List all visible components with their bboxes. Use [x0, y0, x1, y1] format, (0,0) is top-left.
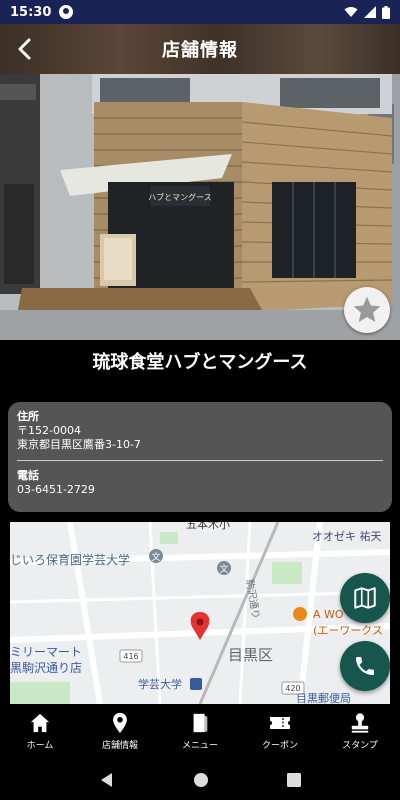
map-view[interactable]: 五本木小 オオゼキ 祐天 じいろ保育園学芸大学 文 文 駒沢通り ミリーマート …	[10, 522, 390, 704]
store-photo: ハブとマングース	[0, 74, 400, 340]
star-icon	[353, 296, 381, 322]
signal-icon	[364, 6, 376, 18]
map-label-awork2: (エーワークス	[313, 624, 383, 637]
system-back-icon[interactable]	[99, 772, 115, 788]
shop-info-card: 住所 〒152-0004 東京都目黒区鷹番3-10-7 電話 03-6451-2…	[8, 402, 392, 512]
shop-name: 琉球食堂ハブとマングース	[92, 352, 308, 373]
wifi-icon	[344, 7, 358, 17]
nav-label-home: ホーム	[26, 741, 54, 751]
map-label-family2: 黒駒沢通り店	[10, 661, 82, 675]
nav-label-shop-info: 店舗情報	[101, 741, 138, 751]
nav-item-home[interactable]: ホーム	[0, 704, 80, 760]
map-label-post: 目黒郵便局	[296, 692, 351, 704]
map-label-route: 416	[123, 652, 138, 661]
home-icon	[30, 713, 50, 733]
postal-code: 〒152-0004	[17, 424, 81, 437]
address-text[interactable]: 東京都目黒区鷹番3-10-7	[17, 438, 383, 452]
map-label-awork: A WO	[313, 608, 344, 621]
nav-label-coupon: クーポン	[261, 741, 298, 751]
battery-icon	[382, 5, 390, 19]
nav-label-menu: メニュー	[181, 741, 218, 751]
map-label-top: 五本木小	[186, 522, 230, 531]
phone-icon	[356, 657, 374, 675]
nav-label-stamp: スタンプ	[342, 741, 378, 751]
shop-sign-text: ハブとマングース	[148, 192, 212, 202]
bottom-nav: ホーム 店舗情報 メニュー クーポン スタンプ	[0, 704, 400, 760]
app-notification-icon	[59, 5, 74, 19]
location-pin-icon	[113, 712, 127, 734]
nav-item-stamp[interactable]: スタンプ	[320, 704, 400, 760]
ticket-icon	[270, 717, 290, 729]
status-bar: 15:30	[0, 0, 400, 24]
page-title: 店舗情報	[162, 40, 238, 61]
map-label-bun2: 文	[219, 563, 228, 575]
stamp-icon	[351, 713, 369, 733]
favorite-button[interactable]	[344, 287, 390, 333]
call-button[interactable]	[340, 641, 390, 691]
app-header: 店舗情報	[0, 24, 400, 74]
phone-label: 電話	[17, 469, 39, 482]
nav-item-shop-info[interactable]: 店舗情報	[80, 704, 160, 760]
info-divider	[17, 460, 383, 461]
map-label-ward: 目黒区	[228, 646, 273, 664]
map-label-school: じいろ保育園学芸大学	[10, 552, 130, 567]
open-map-button[interactable]	[340, 573, 390, 623]
status-time: 15:30	[10, 4, 52, 20]
map-label-ozeki: オオゼキ 祐天	[312, 530, 382, 543]
back-arrow-icon[interactable]	[12, 36, 38, 62]
system-home-icon[interactable]	[193, 772, 209, 788]
nav-item-coupon[interactable]: クーポン	[240, 704, 320, 760]
map-label-family: ミリーマート	[10, 645, 82, 659]
address-label: 住所	[17, 410, 39, 423]
system-recents-icon[interactable]	[287, 773, 301, 787]
map-icon	[354, 587, 376, 609]
map-label-station: 学芸大学	[138, 677, 182, 691]
nav-item-menu[interactable]: メニュー	[160, 704, 240, 760]
phone-number[interactable]: 03-6451-2729	[17, 483, 383, 497]
map-label-bun1: 文	[151, 551, 160, 563]
system-nav-bar	[0, 760, 400, 800]
menu-book-icon	[193, 713, 208, 733]
